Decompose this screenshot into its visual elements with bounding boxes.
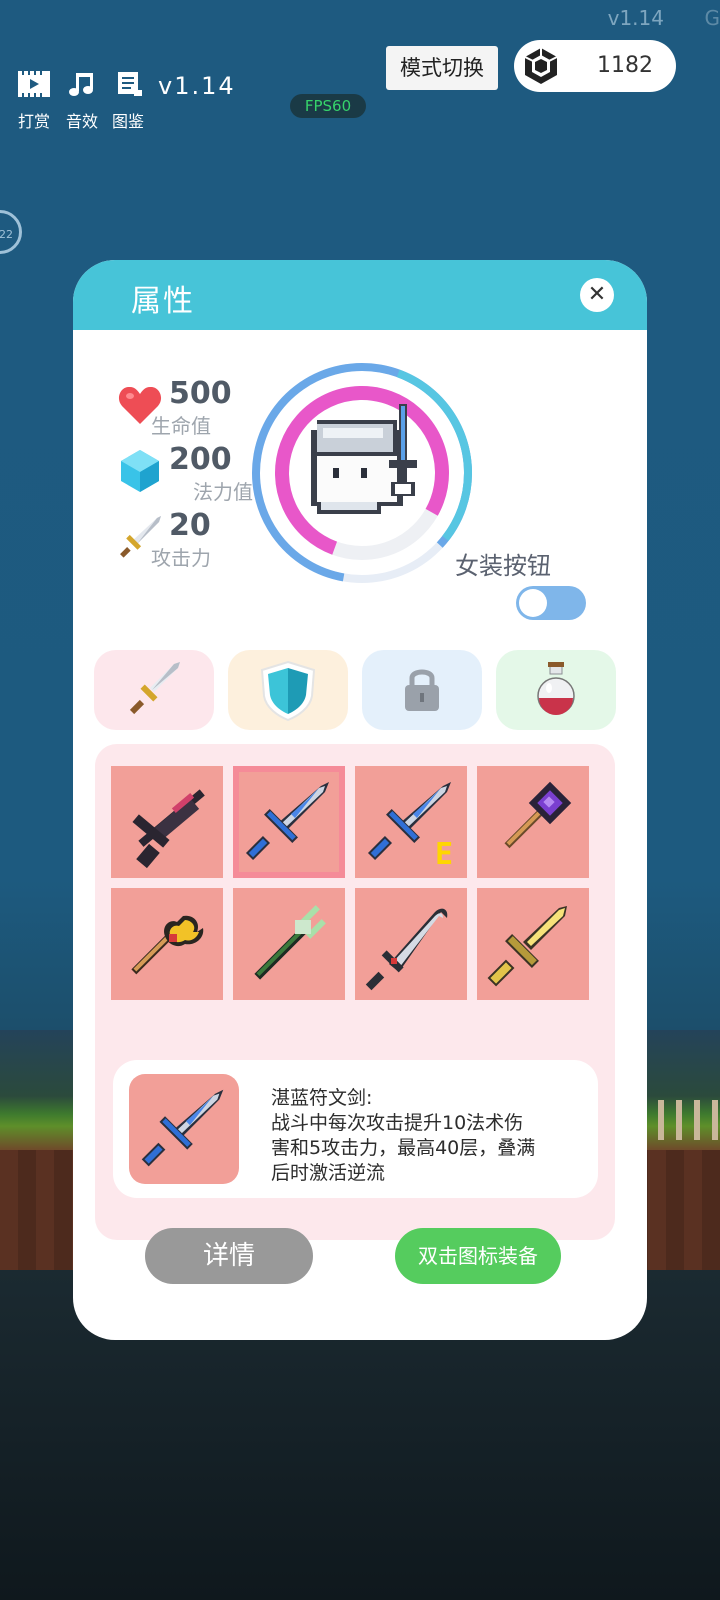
item-effect-line: 战斗中每次攻击提升10法术伤 [271, 1112, 524, 1134]
sword-icon [129, 662, 180, 715]
gem-icon [524, 48, 558, 84]
blue-rune-sword-icon [245, 782, 329, 861]
character-portrait [252, 363, 472, 583]
version-label: v1.14 [158, 72, 236, 100]
shield-icon [260, 660, 316, 722]
atk-label: 攻击力 [151, 546, 211, 570]
sound-label: 音效 [65, 112, 98, 131]
equipped-badge: E [434, 837, 453, 872]
item-slot[interactable] [111, 766, 223, 878]
purple-staff-icon [504, 781, 572, 849]
stat-atk: 20 攻击力 [117, 508, 257, 572]
knight-sprite [311, 404, 417, 514]
gem-count: 1182 [597, 53, 653, 78]
lock-icon [405, 669, 439, 711]
codex-button[interactable]: 图鉴 [108, 70, 148, 132]
tab-locked[interactable] [362, 650, 482, 730]
green-staff-icon [254, 905, 326, 980]
hp-value: 500 [169, 376, 232, 411]
scroll-icon [118, 72, 142, 96]
reward-label: 打赏 [17, 112, 50, 131]
background-fence [640, 1100, 720, 1140]
item-slot[interactable] [111, 888, 223, 1000]
film-icon [18, 71, 50, 97]
corner-version-suffix: G [704, 6, 720, 30]
close-button[interactable]: ✕ [580, 278, 614, 312]
music-note-icon [69, 73, 93, 96]
potion-icon [537, 662, 575, 715]
corner-version: v1.14 [607, 6, 664, 30]
item-slot[interactable] [477, 766, 589, 878]
dark-gun-icon [132, 789, 205, 869]
stat-mp: 200 法力值 [117, 442, 257, 506]
golden-trident-icon [131, 915, 204, 975]
hp-label: 生命值 [151, 414, 211, 438]
panel-title: 属性 [131, 284, 195, 319]
item-effect-line: 害和5攻击力，最高40层，叠满 [271, 1137, 536, 1159]
crystal-icon [121, 450, 159, 492]
atk-value: 20 [169, 508, 211, 543]
detail-button[interactable]: 详情 [145, 1228, 313, 1284]
fps-indicator: FPS60 [290, 94, 366, 118]
item-grid: E 湛蓝符文剑: 战斗中每次攻击提升10法术伤 害和5攻击力，最高40层，叠满 … [95, 744, 615, 1240]
tab-armor[interactable] [228, 650, 348, 730]
curved-blade-icon [365, 908, 448, 991]
attribute-panel: 属性 ✕ 500 生命值 200 法力值 20 攻击力 女装按钮 E 湛蓝符文剑… [73, 260, 647, 1340]
mp-value: 200 [169, 442, 232, 477]
item-slot[interactable] [355, 888, 467, 1000]
blue-rune-sword-icon [141, 1089, 224, 1167]
tab-weapons[interactable] [94, 650, 214, 730]
item-slot[interactable] [477, 888, 589, 1000]
tab-potions[interactable] [496, 650, 616, 730]
stat-hp: 500 生命值 [117, 376, 257, 440]
dress-toggle[interactable] [516, 586, 586, 620]
side-badge[interactable]: 22 [0, 210, 22, 254]
sound-button[interactable]: 音效 [62, 70, 102, 132]
golden-sword-icon [487, 906, 567, 987]
reward-button[interactable]: 打赏 [14, 70, 54, 132]
gem-counter: 1182 [514, 40, 676, 92]
item-effect-line: 后时激活逆流 [271, 1162, 386, 1184]
item-name: 湛蓝符文剑: [271, 1087, 373, 1109]
description-item-image [129, 1074, 239, 1184]
mode-switch-button[interactable]: 模式切换 [386, 46, 498, 90]
mp-label: 法力值 [193, 480, 253, 504]
toggle-knob [519, 589, 547, 617]
item-slot[interactable]: E [355, 766, 467, 878]
item-slot[interactable] [233, 888, 345, 1000]
item-description: 湛蓝符文剑: 战斗中每次攻击提升10法术伤 害和5攻击力，最高40层，叠满 后时… [271, 1086, 576, 1186]
equip-button[interactable]: 双击图标装备 [395, 1228, 561, 1284]
dress-toggle-label: 女装按钮 [455, 552, 551, 580]
codex-label: 图鉴 [111, 112, 144, 131]
item-slot-selected[interactable] [233, 766, 345, 878]
